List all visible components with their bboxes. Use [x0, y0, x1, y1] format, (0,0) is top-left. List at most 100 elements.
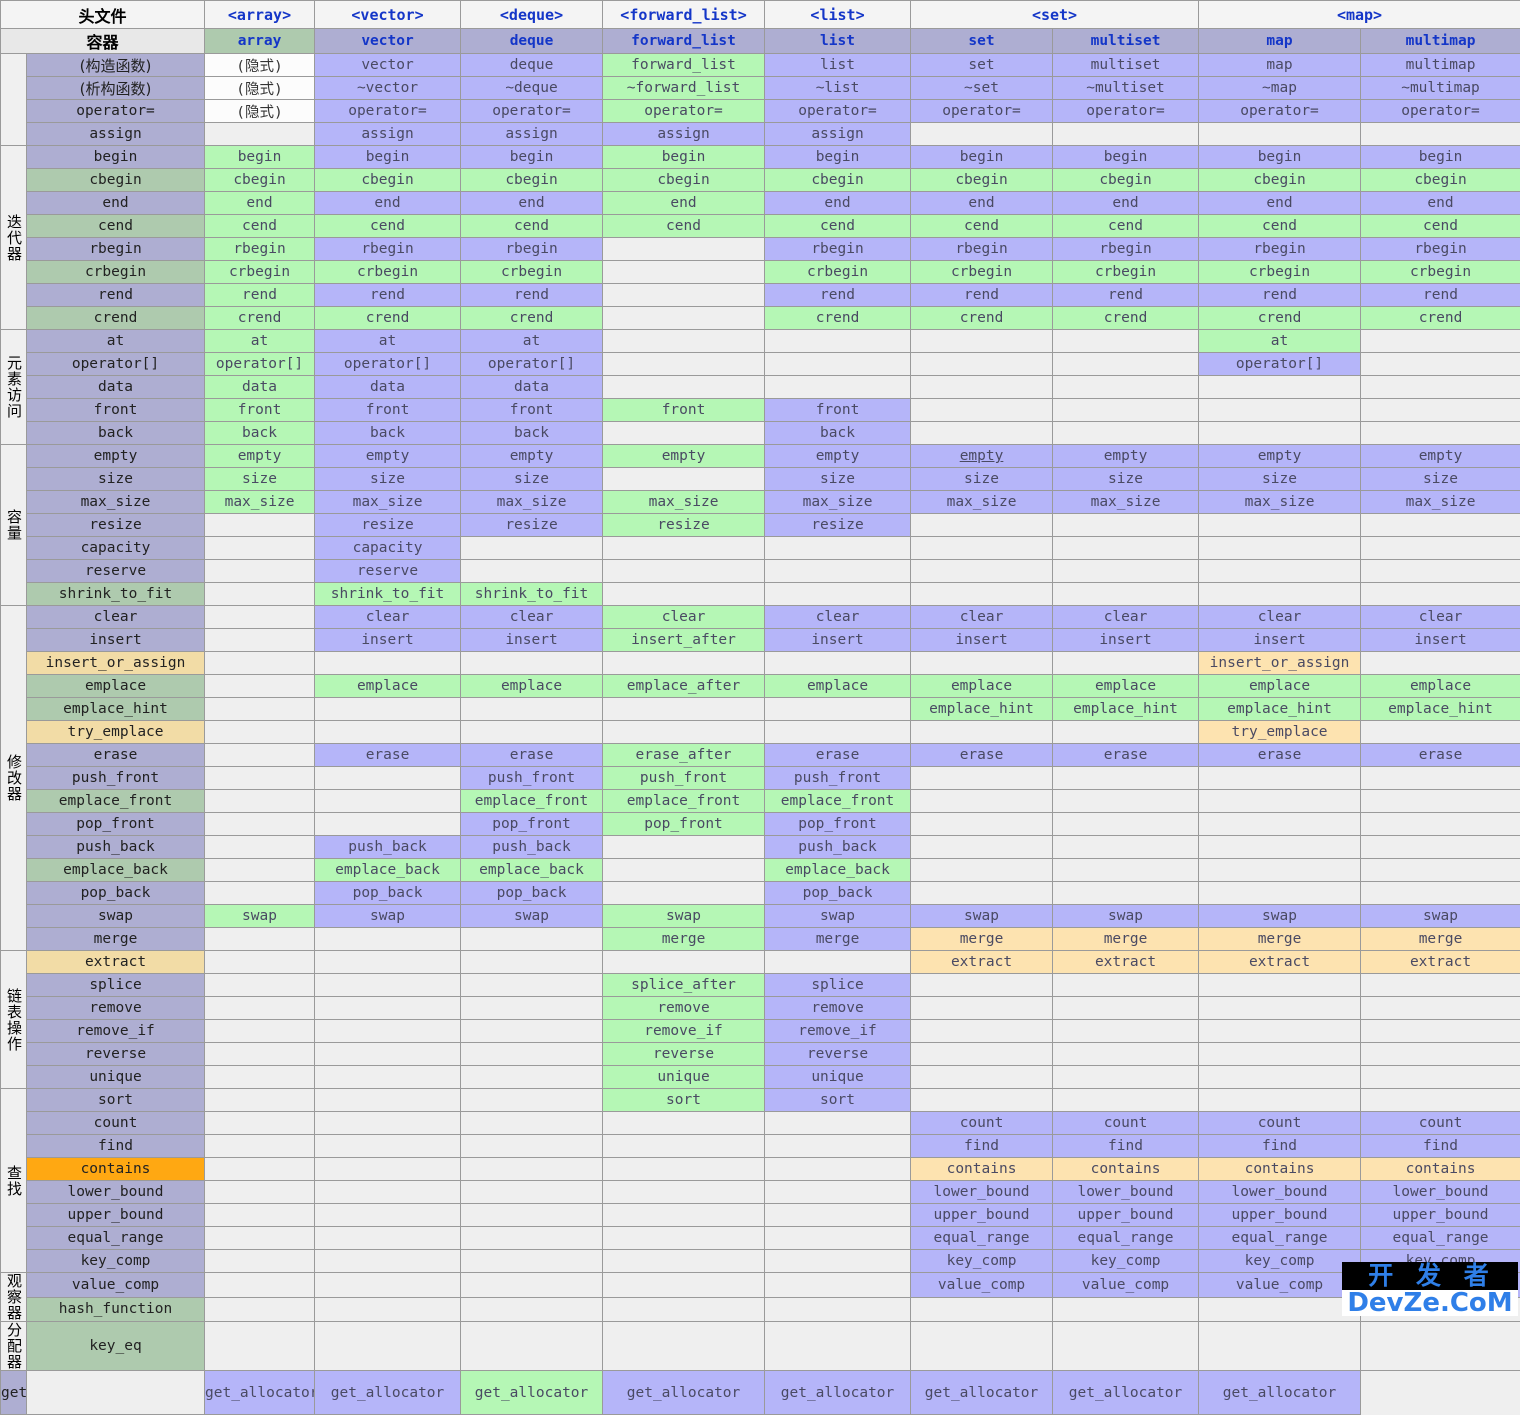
member-cell-multiset[interactable]: cbegin — [1053, 169, 1199, 192]
member-cell-map[interactable]: try_emplace — [1199, 721, 1361, 744]
member-cell-forward_list[interactable]: emplace_front — [603, 790, 765, 813]
function-name-cell[interactable]: equal_range — [27, 1227, 205, 1250]
member-cell-deque[interactable]: operator= — [461, 100, 603, 123]
header-container-list[interactable]: list — [765, 29, 911, 54]
member-cell-list[interactable]: splice — [765, 974, 911, 997]
member-cell-array[interactable]: back — [205, 422, 315, 445]
member-cell-deque[interactable]: ~deque — [461, 77, 603, 100]
member-cell-list[interactable]: size — [765, 468, 911, 491]
member-cell-forward_list[interactable]: empty — [603, 445, 765, 468]
member-cell-map[interactable]: operator[] — [1199, 353, 1361, 376]
member-cell-set[interactable]: set — [911, 54, 1053, 77]
member-cell-deque[interactable]: push_front — [461, 767, 603, 790]
member-cell-set[interactable]: erase — [911, 744, 1053, 767]
member-cell-list[interactable]: empty — [765, 445, 911, 468]
member-cell-vector[interactable]: resize — [315, 514, 461, 537]
member-cell-multimap[interactable]: get_allocator — [1199, 1371, 1361, 1415]
member-cell-multimap[interactable]: find — [1361, 1135, 1520, 1158]
member-cell-set[interactable]: emplace — [911, 675, 1053, 698]
member-cell-deque[interactable]: emplace — [461, 675, 603, 698]
member-cell-list[interactable]: crbegin — [765, 261, 911, 284]
member-cell-list[interactable]: pop_front — [765, 813, 911, 836]
member-cell-list[interactable]: list — [765, 54, 911, 77]
member-cell-set[interactable]: insert — [911, 629, 1053, 652]
member-cell-array[interactable]: (隐式) — [205, 100, 315, 123]
member-cell-forward_list[interactable]: erase_after — [603, 744, 765, 767]
header-container-vector[interactable]: vector — [315, 29, 461, 54]
member-cell-multimap[interactable]: multimap — [1361, 54, 1520, 77]
member-cell-vector[interactable]: operator= — [315, 100, 461, 123]
member-cell-forward_list[interactable]: max_size — [603, 491, 765, 514]
member-cell-multiset[interactable]: crend — [1053, 307, 1199, 330]
member-cell-multiset[interactable]: key_comp — [1053, 1250, 1199, 1273]
member-cell-map[interactable]: clear — [1199, 606, 1361, 629]
member-cell-multiset[interactable]: size — [1053, 468, 1199, 491]
member-cell-multiset[interactable]: emplace_hint — [1053, 698, 1199, 721]
function-name-cell[interactable]: cbegin — [27, 169, 205, 192]
function-name-cell[interactable]: rend — [27, 284, 205, 307]
member-cell-vector[interactable]: operator[] — [315, 353, 461, 376]
member-cell-list[interactable]: push_front — [765, 767, 911, 790]
member-cell-deque[interactable]: crbegin — [461, 261, 603, 284]
function-name-cell[interactable]: insert — [27, 629, 205, 652]
member-cell-map[interactable]: emplace — [1199, 675, 1361, 698]
member-cell-vector[interactable]: emplace — [315, 675, 461, 698]
member-cell-multiset[interactable]: cend — [1053, 215, 1199, 238]
member-cell-deque[interactable]: end — [461, 192, 603, 215]
member-cell-deque[interactable]: begin — [461, 146, 603, 169]
member-cell-multimap[interactable]: value_comp — [1361, 1273, 1520, 1298]
function-name-cell[interactable]: sort — [27, 1089, 205, 1112]
member-cell-multimap[interactable]: empty — [1361, 445, 1520, 468]
member-cell-set[interactable]: lower_bound — [911, 1181, 1053, 1204]
function-name-cell[interactable]: upper_bound — [27, 1204, 205, 1227]
member-cell-forward_list[interactable]: cbegin — [603, 169, 765, 192]
function-name-cell[interactable]: count — [27, 1112, 205, 1135]
member-cell-set[interactable]: rend — [911, 284, 1053, 307]
header-container-array[interactable]: array — [205, 29, 315, 54]
header-container-set[interactable]: set — [911, 29, 1053, 54]
member-cell-forward_list[interactable]: unique — [603, 1066, 765, 1089]
member-cell-set[interactable]: clear — [911, 606, 1053, 629]
member-cell-vector[interactable]: emplace_back — [315, 859, 461, 882]
member-cell-set[interactable]: find — [911, 1135, 1053, 1158]
member-cell-map[interactable]: merge — [1199, 928, 1361, 951]
member-cell-vector[interactable]: max_size — [315, 491, 461, 514]
function-name-cell[interactable]: splice — [27, 974, 205, 997]
member-cell-deque[interactable]: resize — [461, 514, 603, 537]
function-name-cell[interactable]: emplace — [27, 675, 205, 698]
member-cell-set[interactable]: swap — [911, 905, 1053, 928]
member-cell-map[interactable]: find — [1199, 1135, 1361, 1158]
member-cell-multiset[interactable]: rend — [1053, 284, 1199, 307]
member-cell-set[interactable]: rbegin — [911, 238, 1053, 261]
member-cell-set[interactable]: equal_range — [911, 1227, 1053, 1250]
member-cell-vector[interactable]: size — [315, 468, 461, 491]
member-cell-array[interactable]: empty — [205, 445, 315, 468]
member-cell-forward_list[interactable]: operator= — [603, 100, 765, 123]
function-name-cell[interactable]: assign — [27, 123, 205, 146]
member-cell-vector[interactable]: empty — [315, 445, 461, 468]
member-cell-multimap[interactable]: key_comp — [1361, 1250, 1520, 1273]
member-cell-set[interactable]: ~set — [911, 77, 1053, 100]
function-name-cell[interactable]: emplace_back — [27, 859, 205, 882]
member-cell-multimap[interactable]: begin — [1361, 146, 1520, 169]
member-cell-vector[interactable]: data — [315, 376, 461, 399]
member-cell-deque[interactable]: back — [461, 422, 603, 445]
member-cell-map[interactable]: crbegin — [1199, 261, 1361, 284]
member-cell-multimap[interactable]: equal_range — [1361, 1227, 1520, 1250]
header-container-deque[interactable]: deque — [461, 29, 603, 54]
member-cell-vector[interactable]: cend — [315, 215, 461, 238]
member-cell-set[interactable]: contains — [911, 1158, 1053, 1181]
member-cell-map[interactable]: insert_or_assign — [1199, 652, 1361, 675]
member-cell-list[interactable]: assign — [765, 123, 911, 146]
member-cell-multiset[interactable]: lower_bound — [1053, 1181, 1199, 1204]
member-cell-array[interactable]: cend — [205, 215, 315, 238]
member-cell-multimap[interactable]: count — [1361, 1112, 1520, 1135]
function-name-cell[interactable]: clear — [27, 606, 205, 629]
function-name-cell[interactable]: size — [27, 468, 205, 491]
member-cell-list[interactable]: crend — [765, 307, 911, 330]
member-cell-map[interactable]: ~map — [1199, 77, 1361, 100]
header-container-forward_list[interactable]: forward_list — [603, 29, 765, 54]
header-file-3[interactable]: <forward_list> — [603, 1, 765, 29]
header-container-map[interactable]: map — [1199, 29, 1361, 54]
member-cell-vector[interactable]: back — [315, 422, 461, 445]
